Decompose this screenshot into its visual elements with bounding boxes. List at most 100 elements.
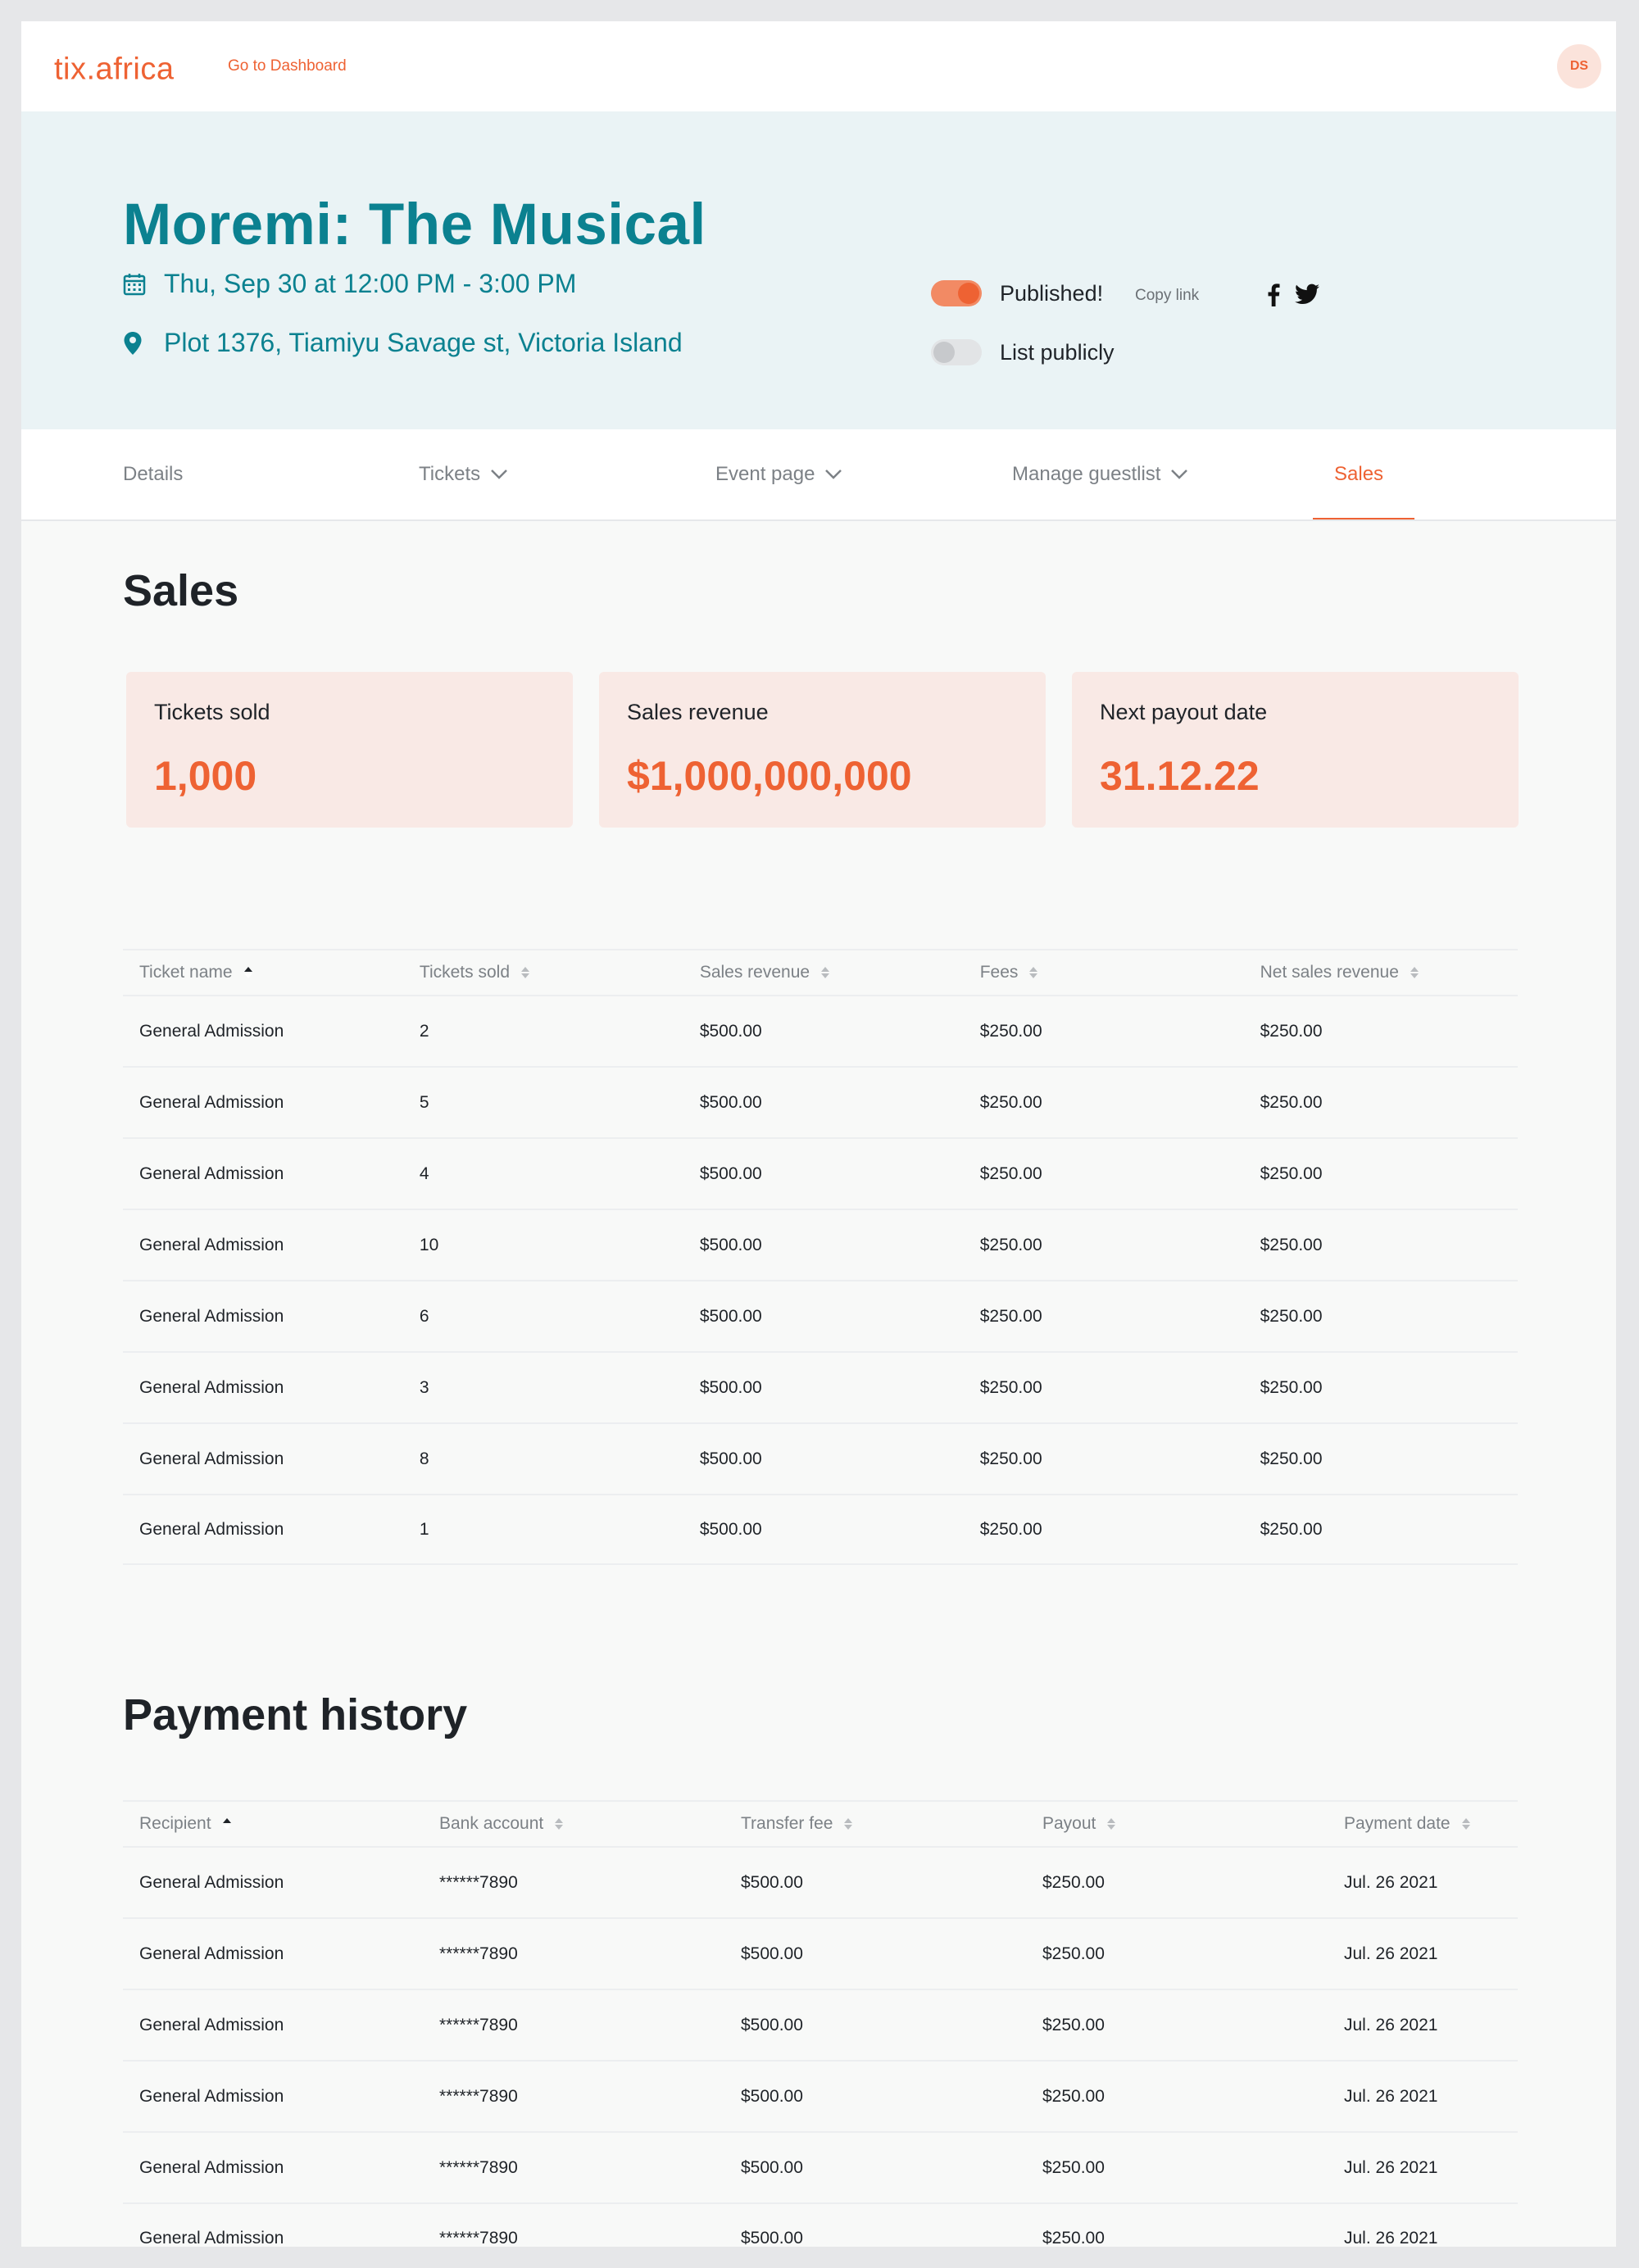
twitter-icon[interactable] [1295, 284, 1319, 309]
column-header[interactable]: Sales revenue [683, 963, 964, 982]
table-cell: $500.00 [741, 2157, 803, 2177]
tab-label: Details [123, 463, 184, 485]
column-header[interactable]: Bank account [423, 1814, 724, 1834]
table-cell: $250.00 [1260, 1021, 1323, 1041]
table-row[interactable]: General Admission 8 $500.00 $250.00 $250.00 [123, 1422, 1518, 1494]
card-value: $1,000,000,000 [627, 753, 912, 799]
sort-icon[interactable] [844, 1818, 853, 1830]
table-row[interactable]: General Admission 6 $500.00 $250.00 $250.00 [123, 1280, 1518, 1351]
table-cell: Jul. 26 2021 [1344, 2157, 1438, 2177]
column-header[interactable]: Fees [964, 963, 1244, 982]
table-row[interactable]: General Admission 5 $500.00 $250.00 $250.00 [123, 1066, 1518, 1137]
table-row[interactable]: General Admission 2 $500.00 $250.00 $250.00 [123, 995, 1518, 1066]
table-row[interactable]: General Admission ******7890 $500.00 $250.0… [123, 1917, 1518, 1989]
column-header-label: Net sales revenue [1260, 963, 1399, 982]
table-cell: Jul. 26 2021 [1344, 1872, 1438, 1892]
table-cell: $500.00 [699, 1092, 762, 1112]
column-header-label: Transfer fee [741, 1814, 833, 1833]
copy-link-button[interactable]: Copy link [1135, 287, 1199, 305]
list-publicly-label: List publicly [1000, 339, 1115, 365]
tab-tickets[interactable]: Tickets [419, 429, 508, 519]
table-cell: 1 [419, 1519, 429, 1539]
table-cell: ******7890 [439, 2228, 518, 2248]
table-cell: General Admission [139, 2015, 284, 2034]
tab-event-page[interactable]: Event page [715, 429, 842, 519]
table-cell: $250.00 [979, 1377, 1042, 1397]
table-row[interactable]: General Admission ******7890 $500.00 $250.0… [123, 2131, 1518, 2202]
sales-table: Ticket name Tickets sold Sales revenue Fees… [123, 949, 1518, 1565]
tab-sales[interactable]: Sales [1334, 429, 1383, 519]
event-date-row: Thu, Sep 30 at 12:00 PM - 3:00 PM [123, 269, 576, 299]
sort-icon[interactable] [1410, 967, 1419, 978]
list-publicly-toggle-row: List publicly [931, 339, 1115, 365]
table-cell: 2 [419, 1021, 429, 1041]
table-cell: ******7890 [439, 2157, 518, 2177]
event-location: Plot 1376, Tiamiyu Savage st, Victoria I… [164, 328, 683, 357]
column-header-label: Fees [979, 963, 1019, 982]
sort-icon[interactable] [1107, 1818, 1116, 1830]
table-cell: $500.00 [699, 1377, 762, 1397]
column-header[interactable]: Tickets sold [403, 963, 683, 982]
tab-manage-guestlist[interactable]: Manage guestlist [1012, 429, 1188, 519]
chevron-down-icon [824, 469, 842, 480]
published-toggle-row: Published! [931, 280, 1103, 306]
logo[interactable]: tix.africa [54, 52, 174, 88]
table-cell: $250.00 [1042, 1872, 1105, 1892]
table-cell: $500.00 [741, 2228, 803, 2248]
table-cell: General Admission [139, 1021, 284, 1041]
table-row[interactable]: General Admission 10 $500.00 $250.00 $250.00 [123, 1209, 1518, 1280]
active-tab-indicator [1313, 518, 1414, 519]
table-row[interactable]: General Admission ******7890 $500.00 $250.0… [123, 2060, 1518, 2131]
tab-details[interactable]: Details [123, 429, 183, 519]
table-row[interactable]: General Admission 3 $500.00 $250.00 $250.00 [123, 1351, 1518, 1422]
table-cell: $250.00 [1260, 1519, 1323, 1539]
tab-label: Event page [715, 463, 815, 485]
column-header[interactable]: Net sales revenue [1244, 963, 1518, 982]
table-row[interactable]: General Admission ******7890 $500.00 $250.0… [123, 1989, 1518, 2060]
sort-icon[interactable] [1029, 967, 1038, 978]
table-cell: ******7890 [439, 2086, 518, 2106]
sort-icon[interactable] [243, 967, 252, 978]
table-row[interactable]: General Admission ******7890 $500.00 $250.0… [123, 2202, 1518, 2247]
table-row[interactable]: General Admission 4 $500.00 $250.00 $250.00 [123, 1137, 1518, 1209]
event-date: Thu, Sep 30 at 12:00 PM - 3:00 PM [164, 269, 577, 298]
sort-icon[interactable] [1461, 1818, 1470, 1830]
table-cell: 6 [419, 1306, 429, 1326]
table-row[interactable]: General Admission ******7890 $500.00 $250.0… [123, 1846, 1518, 1917]
column-header[interactable]: Recipient [123, 1814, 423, 1834]
card-label: Sales revenue [627, 700, 769, 724]
avatar[interactable]: DS [1557, 44, 1601, 88]
column-header[interactable]: Payment date [1328, 1814, 1518, 1834]
column-header-label: Payout [1042, 1814, 1096, 1833]
column-header[interactable]: Payout [1026, 1814, 1328, 1834]
tab-bar: Details Tickets Event page Manage guestl… [21, 429, 1616, 521]
sort-icon[interactable] [222, 1818, 231, 1830]
sort-icon[interactable] [821, 967, 830, 978]
table-cell: $250.00 [979, 1021, 1042, 1041]
table-cell: General Admission [139, 2228, 284, 2248]
table-cell: 8 [419, 1449, 429, 1468]
table-row[interactable]: General Admission 1 $500.00 $250.00 $250.00 [123, 1494, 1518, 1565]
table-cell: $250.00 [979, 1235, 1042, 1254]
column-header[interactable]: Ticket name [123, 963, 403, 982]
sort-icon[interactable] [521, 967, 529, 978]
column-header-label: Recipient [139, 1814, 211, 1833]
tab-label: Sales [1334, 463, 1384, 485]
table-cell: General Admission [139, 1306, 284, 1326]
column-header[interactable]: Transfer fee [724, 1814, 1026, 1834]
tab-label: Manage guestlist [1012, 463, 1161, 485]
table-cell: $250.00 [1260, 1306, 1323, 1326]
table-cell: General Admission [139, 2086, 284, 2106]
published-toggle[interactable] [931, 280, 982, 306]
column-header-label: Bank account [439, 1814, 544, 1833]
list-publicly-toggle[interactable] [931, 339, 982, 365]
tickets-sold-card: Tickets sold 1,000 [126, 672, 573, 828]
facebook-icon[interactable] [1267, 284, 1280, 311]
table-cell: $500.00 [741, 2086, 803, 2106]
table-cell: 3 [419, 1377, 429, 1397]
column-header-label: Sales revenue [699, 963, 810, 982]
table-cell: General Admission [139, 1944, 284, 1963]
go-to-dashboard-link[interactable]: Go to Dashboard [228, 57, 347, 75]
table-cell: General Admission [139, 1235, 284, 1254]
sort-icon[interactable] [555, 1818, 564, 1830]
